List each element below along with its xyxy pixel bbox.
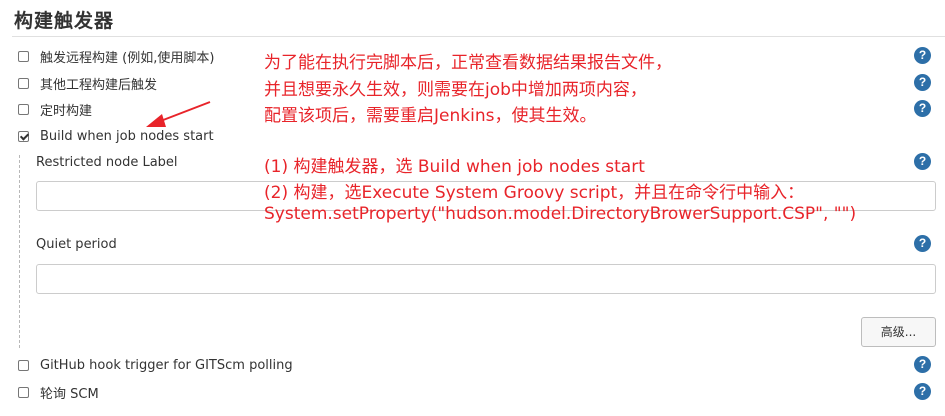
option-label: 定时构建 [40,103,93,119]
restricted-node-label: Restricted node Label [36,155,178,170]
section-divider [12,36,945,37]
checkbox-remote-build[interactable] [18,50,29,62]
advanced-button[interactable]: 高级... [861,317,936,347]
option-after-other-build[interactable]: 其他工程构建后触发 [18,74,158,93]
checkbox-build-when-nodes-start[interactable] [18,130,29,142]
option-label: 触发远程构建 (例如,使用脚本) [40,50,215,66]
quiet-period-label: Quiet period [36,237,117,252]
annotation-line: 配置该项后，需要重启Jenkins，使其生效。 [264,106,597,126]
help-icon[interactable]: ? [914,356,931,373]
help-icon[interactable]: ? [914,100,931,117]
annotation-line: 并且想要永久生效，则需要在job中增加两项内容， [264,80,647,100]
option-github-hook[interactable]: GitHub hook trigger for GITScm polling [18,356,293,374]
help-icon[interactable]: ? [914,47,931,64]
checkbox-after-other-build[interactable] [18,77,29,89]
option-label: 轮询 SCM [40,386,99,402]
nested-section-border [19,155,20,348]
checkbox-github-hook[interactable] [18,359,29,371]
help-icon[interactable]: ? [914,383,931,400]
annotation-line: 为了能在执行完脚本后，正常查看数据结果报告文件， [264,53,672,73]
annotation-arrow-icon [146,101,211,127]
checkbox-timed-build[interactable] [18,103,29,115]
annotation-line: (2) 构建，选Execute System Groovy script，并且在… [264,183,805,203]
section-title: 构建触发器 [14,10,115,32]
option-timed-build[interactable]: 定时构建 [18,100,93,119]
option-remote-build[interactable]: 触发远程构建 (例如,使用脚本) [18,47,215,66]
checkbox-poll-scm[interactable] [18,386,29,398]
quiet-period-input[interactable] [36,264,936,294]
help-icon[interactable]: ? [914,153,931,170]
option-label: 其他工程构建后触发 [40,77,158,93]
annotation-line: (1) 构建触发器，选 Build when job nodes start [264,157,645,177]
help-icon[interactable]: ? [914,74,931,91]
option-poll-scm[interactable]: 轮询 SCM [18,383,99,402]
option-label: GitHub hook trigger for GITScm polling [40,357,293,373]
help-icon[interactable]: ? [914,235,931,252]
annotation-line: System.setProperty("hudson.model.Directo… [264,204,857,224]
